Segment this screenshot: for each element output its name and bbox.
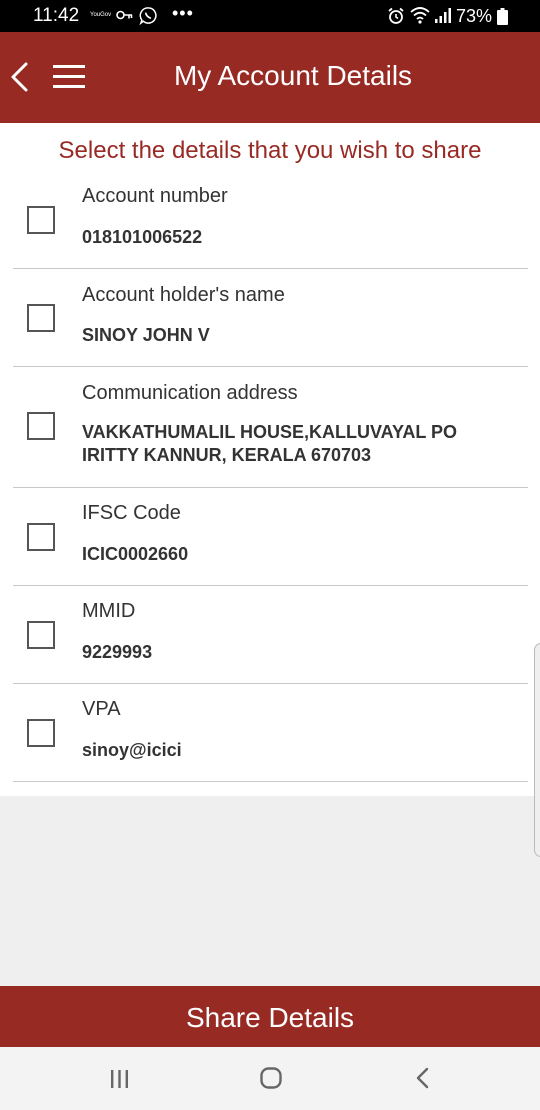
ifsc-value: ICIC0002660 — [82, 544, 189, 564]
more-dots-icon: ••• — [172, 3, 194, 23]
page-title: My Account Details — [173, 60, 413, 91]
detail-row-vpa: VPA sinoy@icici — [13, 684, 528, 782]
system-nav-bar — [0, 1047, 540, 1110]
status-time: 11:42 — [33, 5, 80, 26]
vpa-value: sinoy@icici — [82, 740, 182, 760]
account-number-value: 018101006522 — [82, 227, 203, 247]
detail-row-account-number: Account number 018101006522 — [13, 176, 528, 269]
holder-name-label: Account holder's name — [82, 284, 285, 306]
detail-row-address: Communication address VAKKATHUMALIL HOUS… — [13, 367, 528, 488]
detail-row-mmid: MMID 9229993 — [13, 586, 528, 684]
yougov-notification-icon: YouGov — [90, 12, 112, 18]
account-number-checkbox[interactable] — [27, 206, 55, 234]
battery-percentage: 73% — [456, 6, 493, 26]
wifi-icon — [410, 7, 430, 24]
address-checkbox[interactable] — [27, 412, 55, 440]
signal-icon — [435, 8, 451, 23]
scroll-handle[interactable] — [534, 643, 540, 857]
account-number-label: Account number — [82, 185, 228, 207]
ifsc-checkbox[interactable] — [27, 523, 55, 551]
vpa-label: VPA — [82, 698, 121, 720]
details-panel: Select the details that you wish to shar… — [0, 123, 540, 796]
status-bar: 11:42 YouGov ••• 73% — [0, 0, 540, 32]
alarm-icon — [388, 7, 404, 24]
mmid-checkbox[interactable] — [27, 621, 55, 649]
share-details-button[interactable]: Share Details — [0, 986, 540, 1047]
holder-name-checkbox[interactable] — [27, 304, 55, 332]
holder-name-value: SINOY JOHN V — [82, 325, 210, 345]
whatsapp-icon — [139, 7, 157, 25]
battery-icon — [497, 8, 508, 25]
detail-row-ifsc: IFSC Code ICIC0002660 — [13, 488, 528, 586]
recents-icon[interactable] — [109, 1069, 130, 1089]
vpa-checkbox[interactable] — [27, 719, 55, 747]
key-icon — [116, 10, 133, 20]
detail-row-holder-name: Account holder's name SINOY JOHN V — [13, 269, 528, 367]
ifsc-label: IFSC Code — [82, 502, 181, 524]
mmid-label: MMID — [82, 600, 136, 622]
back-icon[interactable] — [415, 1067, 429, 1089]
address-line-2: IRITTY KANNUR, KERALA 670703 — [82, 445, 372, 465]
instruction-text: Select the details that you wish to shar… — [58, 137, 482, 164]
address-label: Communication address — [82, 382, 298, 404]
home-icon[interactable] — [260, 1067, 282, 1089]
mmid-value: 9229993 — [82, 642, 153, 662]
app-bar: My Account Details — [0, 32, 540, 123]
address-line-1: VAKKATHUMALIL HOUSE,KALLUVAYAL PO — [82, 422, 458, 442]
